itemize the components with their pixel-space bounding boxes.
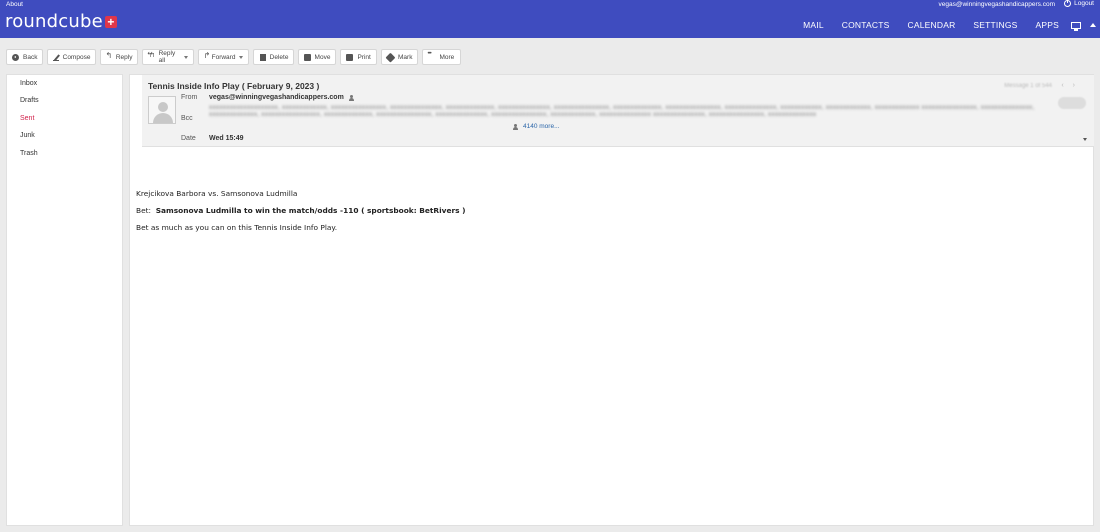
- folder-junk[interactable]: Junk: [20, 132, 35, 139]
- sender-avatar: [148, 96, 176, 124]
- nav-contacts[interactable]: CONTACTS: [842, 20, 890, 30]
- folder-drafts[interactable]: Drafts: [20, 97, 39, 104]
- bet-label: Bet:: [136, 206, 152, 215]
- message-counter: Message 1 of 544: [1004, 83, 1052, 89]
- printer-icon: [346, 53, 354, 61]
- logo-plus-icon: +: [104, 16, 117, 28]
- reply-button[interactable]: Reply: [100, 49, 139, 65]
- message-view: Tennis Inside Info Play ( February 9, 20…: [129, 74, 1094, 526]
- from-address[interactable]: vegas@winningvegashandicappers.com: [209, 94, 344, 101]
- reply-icon: [105, 51, 112, 61]
- delete-button[interactable]: Delete: [253, 49, 295, 65]
- mark-button[interactable]: Mark: [381, 49, 419, 65]
- main-nav: MAIL CONTACTS CALENDAR SETTINGS APPS: [803, 19, 1100, 31]
- tag-icon: [385, 52, 396, 62]
- forward-icon: [203, 51, 210, 61]
- add-contact-icon[interactable]: [349, 95, 357, 101]
- headers-toggle[interactable]: [1058, 97, 1086, 109]
- message-nav-arrows[interactable]: ‹›: [1061, 82, 1084, 89]
- reply-all-label: Reply all: [158, 50, 176, 64]
- folder-trash[interactable]: Trash: [20, 150, 38, 157]
- compose-button[interactable]: Compose: [47, 49, 97, 65]
- back-button[interactable]: Back: [6, 49, 44, 65]
- chevron-down-icon[interactable]: [239, 55, 244, 59]
- forward-button[interactable]: Forward: [198, 49, 250, 65]
- delete-label: Delete: [269, 53, 289, 61]
- bcc-label: Bcc: [181, 115, 193, 122]
- message-subject: Tennis Inside Info Play ( February 9, 20…: [148, 81, 320, 91]
- body-line-matchup: Krejcikova Barbora vs. Samsonova Ludmill…: [136, 189, 298, 198]
- message-toolbar: Back Compose Reply Reply all Forward Del…: [6, 49, 465, 65]
- pencil-icon: [53, 54, 59, 61]
- forward-label: Forward: [211, 53, 236, 61]
- mark-label: Mark: [398, 53, 413, 61]
- more-button[interactable]: More: [422, 49, 462, 65]
- folder-list: Inbox Drafts Sent Junk Trash: [6, 74, 123, 526]
- nav-settings[interactable]: SETTINGS: [973, 20, 1017, 30]
- nav-mail[interactable]: MAIL: [803, 20, 824, 30]
- folder-sent[interactable]: Sent: [20, 115, 34, 122]
- chevron-down-icon[interactable]: [1083, 138, 1087, 141]
- print-label: Print: [357, 53, 371, 61]
- add-contacts-icon[interactable]: [513, 124, 521, 130]
- trash-icon: [260, 53, 266, 61]
- collapse-caret-icon[interactable]: [1090, 23, 1096, 27]
- back-icon: [12, 53, 19, 61]
- body-line-bet: Bet: Samsonova Ludmilla to win the match…: [136, 206, 465, 215]
- nav-apps[interactable]: APPS: [1036, 20, 1059, 30]
- compose-label: Compose: [62, 53, 91, 61]
- print-button[interactable]: Print: [340, 49, 378, 65]
- reply-all-button[interactable]: Reply all: [142, 49, 195, 65]
- from-label: From: [181, 94, 198, 101]
- about-link[interactable]: About: [6, 1, 23, 8]
- move-button[interactable]: Move: [298, 49, 337, 65]
- logo-text: roundcube: [5, 11, 103, 32]
- date-value: Wed 15:49: [209, 135, 244, 142]
- date-label: Date: [181, 135, 196, 142]
- move-label: Move: [314, 53, 331, 61]
- roundcube-logo[interactable]: roundcube +: [5, 13, 117, 31]
- top-bar: About vegas@winningvegashandicappers.com…: [0, 0, 1100, 38]
- bcc-recipients-redacted: xxxxxxxxxxxxxxxxxxxx, xxxxxxxxxxxxx, xxx…: [209, 104, 1035, 119]
- back-label: Back: [23, 53, 38, 61]
- ellipsis-icon: [427, 51, 435, 61]
- user-email: vegas@winningvegashandicappers.com: [938, 1, 1055, 8]
- logout-button[interactable]: Logout: [1064, 0, 1094, 7]
- body-line-instruction: Bet as much as you can on this Tennis In…: [136, 223, 338, 232]
- folder-icon: [304, 53, 311, 61]
- message-header: Tennis Inside Info Play ( February 9, 20…: [142, 75, 1094, 147]
- bet-details: Samsonova Ludmilla to win the match/odds…: [155, 206, 466, 215]
- monitor-icon[interactable]: [1071, 21, 1081, 31]
- more-label: More: [439, 53, 455, 61]
- chevron-down-icon[interactable]: [184, 55, 189, 59]
- folder-inbox[interactable]: Inbox: [20, 80, 37, 87]
- nav-calendar[interactable]: CALENDAR: [908, 20, 956, 30]
- reply-all-icon: [146, 51, 154, 61]
- logout-label: Logout: [1074, 0, 1094, 7]
- reply-label: Reply: [115, 53, 133, 61]
- power-icon: [1064, 0, 1072, 7]
- bcc-more-link[interactable]: 4140 more...: [523, 123, 560, 130]
